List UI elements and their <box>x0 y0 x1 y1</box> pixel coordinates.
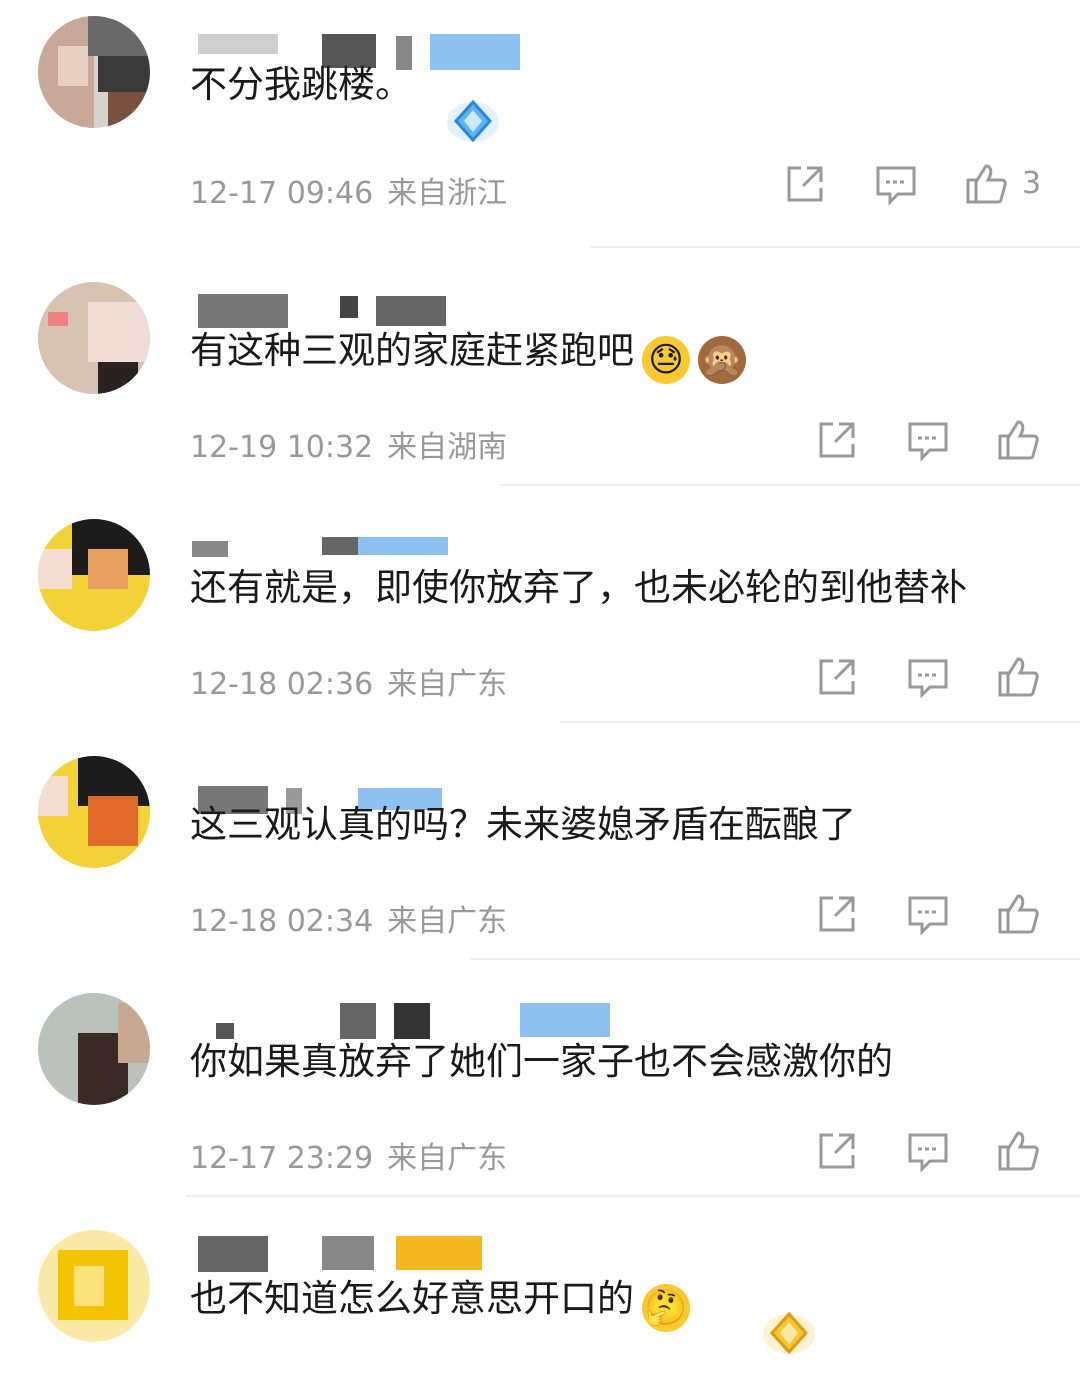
comment-icon[interactable] <box>906 1129 950 1173</box>
comment-text: 你如果真放弃了她们一家子也不会感激你的 <box>190 1040 893 1083</box>
share-icon[interactable] <box>815 892 859 936</box>
comment-item: 你如果真放弃了她们一家子也不会感激你的 12-17 23:29 来自广东 <box>0 977 1080 1214</box>
comment-icon[interactable] <box>906 892 950 936</box>
comment-item: 有这种三观的家庭赶紧跑吧 😓 🙊 12-19 10:32 来自湖南 <box>0 266 1080 503</box>
avatar[interactable] <box>38 1230 150 1342</box>
comment-icon[interactable] <box>874 162 918 206</box>
username-redacted[interactable] <box>190 995 610 1039</box>
comment-actions: 3 <box>0 162 1080 206</box>
username-redacted[interactable] <box>190 284 590 328</box>
comment-text: 也不知道怎么好意思开口的 🤔 <box>190 1274 690 1332</box>
comment-item: 不分我跳楼。 12-17 09:46 来自浙江 3 <box>0 0 1080 248</box>
thumbs-up-icon[interactable] <box>996 418 1040 462</box>
share-icon[interactable] <box>815 655 859 699</box>
comment-text: 还有就是，即使你放弃了，也未必轮的到他替补 <box>190 566 967 609</box>
comment-icon[interactable] <box>906 418 950 462</box>
thumbs-up-icon[interactable] <box>996 892 1040 936</box>
divider <box>560 721 1080 723</box>
username-redacted[interactable] <box>190 758 590 814</box>
comment-actions <box>0 418 1080 462</box>
sweat-emoji-icon: 😓 <box>642 336 690 384</box>
speak-no-evil-monkey-icon: 🙊 <box>698 336 746 384</box>
avatar[interactable] <box>38 993 150 1105</box>
username-redacted[interactable] <box>190 521 590 561</box>
avatar[interactable] <box>38 282 150 394</box>
comment-text: 有这种三观的家庭赶紧跑吧 😓 🙊 <box>190 326 746 384</box>
thumbs-up-icon[interactable] <box>996 1129 1040 1173</box>
comment-text: 这三观认真的吗？未来婆媳矛盾在酝酿了 <box>190 803 856 846</box>
avatar[interactable] <box>38 16 150 128</box>
share-icon[interactable] <box>783 162 827 206</box>
avatar[interactable] <box>38 756 150 868</box>
comment-actions <box>0 655 1080 699</box>
comment-icon[interactable] <box>906 655 950 699</box>
diamond-badge-icon <box>447 99 499 143</box>
comment-actions <box>0 1129 1080 1173</box>
share-icon[interactable] <box>815 418 859 462</box>
like-count: 3 <box>1022 166 1042 201</box>
avatar[interactable] <box>38 519 150 631</box>
comment-item: 也不知道怎么好意思开口的 🤔 <box>0 1214 1080 1394</box>
share-icon[interactable] <box>815 1129 859 1173</box>
divider <box>470 958 1080 960</box>
gold-badge-icon <box>763 1311 815 1355</box>
comment-item: 还有就是，即使你放弃了，也未必轮的到他替补 12-18 02:36 来自广东 <box>0 503 1080 740</box>
divider <box>186 1195 1080 1197</box>
thumbs-up-icon[interactable] <box>996 655 1040 699</box>
username-redacted[interactable] <box>190 18 590 70</box>
username-redacted[interactable] <box>190 1232 590 1272</box>
comment-actions <box>0 892 1080 936</box>
divider <box>500 484 1080 486</box>
divider <box>590 246 1080 248</box>
comment-item: 这三观认真的吗？未来婆媳矛盾在酝酿了 12-18 02:34 来自广东 <box>0 740 1080 977</box>
thumbs-up-icon[interactable] <box>964 162 1008 206</box>
comment-text: 不分我跳楼。 <box>190 63 412 106</box>
thinking-face-icon: 🤔 <box>642 1284 690 1332</box>
